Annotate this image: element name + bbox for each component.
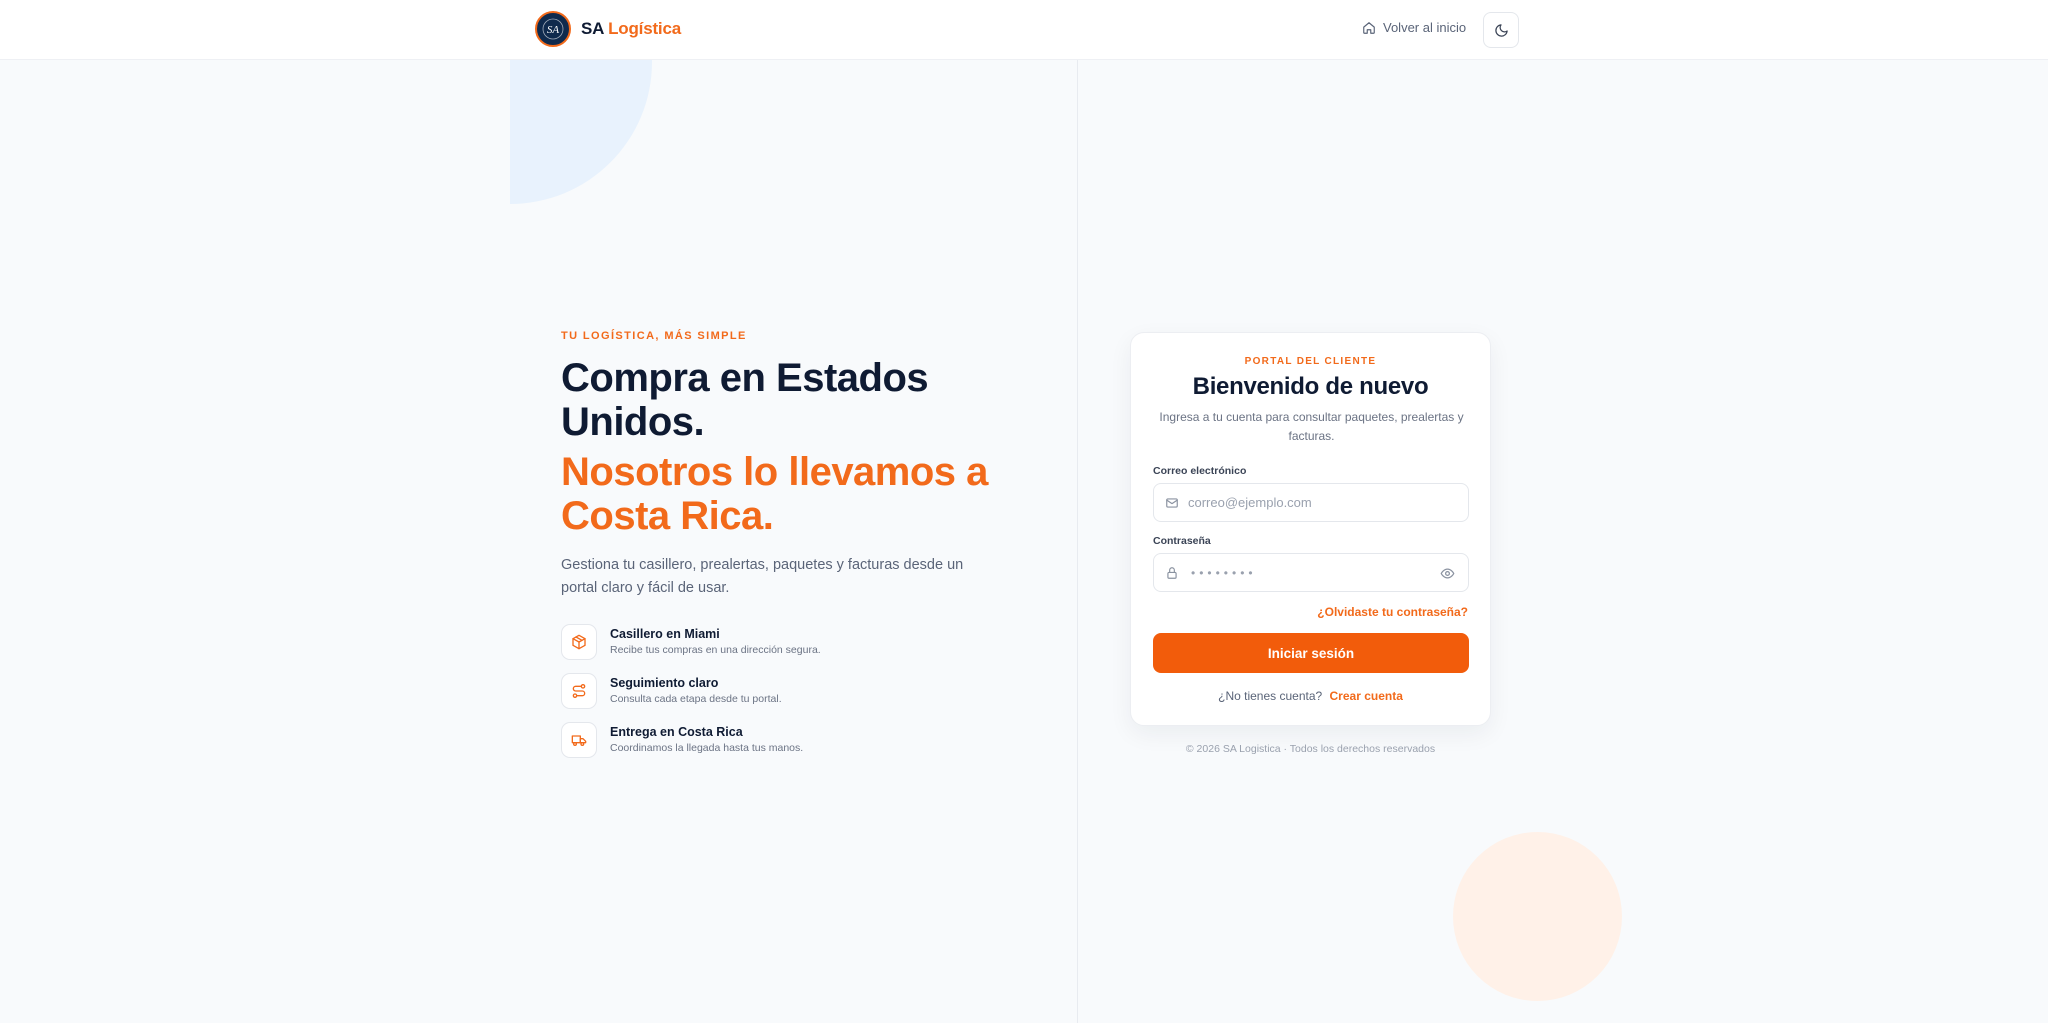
truck-icon	[571, 735, 587, 746]
no-account-text: ¿No tienes cuenta?	[1218, 689, 1323, 703]
feature-description: Recibe tus compras en una dirección segu…	[610, 644, 821, 656]
feature-title: Entrega en Costa Rica	[610, 725, 743, 739]
panel-divider	[1077, 60, 1078, 1023]
signup-prompt: ¿No tienes cuenta? Crear cuenta	[1131, 689, 1490, 703]
brand-link[interactable]: SA SA Logística	[535, 11, 681, 47]
brand-logo: SA	[535, 11, 571, 47]
email-label: Correo electrónico	[1153, 465, 1247, 477]
hero-headline: Compra en Estados Unidos.	[561, 356, 929, 444]
mail-icon	[1166, 497, 1178, 508]
feature-list: Casillero en Miami Recibe tus compras en…	[561, 624, 821, 771]
feature-item: Entrega en Costa Rica Coordinamos la lle…	[561, 722, 821, 771]
brand-name: SA Logística	[581, 19, 681, 39]
decorative-blue-shape	[510, 60, 652, 204]
svg-text:SA: SA	[547, 24, 560, 36]
decorative-peach-circle	[1453, 832, 1622, 1001]
create-account-link[interactable]: Crear cuenta	[1330, 689, 1403, 703]
hero-headline-accent: Nosotros lo llevamos a Costa Rica.	[561, 450, 988, 538]
password-label: Contraseña	[1153, 535, 1211, 547]
password-input[interactable]: ••••••••	[1191, 566, 1257, 580]
feature-item: Casillero en Miami Recibe tus compras en…	[561, 624, 821, 673]
home-icon	[1363, 21, 1375, 34]
brand-sa: SA	[581, 19, 604, 38]
back-home-label: Volver al inicio	[1383, 20, 1467, 35]
email-input[interactable]	[1188, 495, 1428, 510]
email-field[interactable]	[1153, 483, 1469, 522]
feature-item: Seguimiento claro Consulta cada etapa de…	[561, 673, 821, 722]
footer-copyright: © 2026 SA Logistica · Todos los derechos…	[1185, 743, 1436, 755]
brand-logistica: Logística	[608, 19, 681, 38]
hero-description: Gestiona tu casillero, prealertas, paque…	[561, 557, 964, 596]
feature-icon-box	[561, 624, 597, 660]
feature-description: Coordinamos la llegada hasta tus manos.	[610, 742, 804, 754]
moon-icon	[1494, 23, 1508, 37]
brand-logo-mark: SA	[542, 18, 564, 40]
login-card: PORTAL DEL CLIENTE Bienvenido de nuevo I…	[1130, 332, 1491, 726]
feature-icon-box	[561, 722, 597, 758]
feature-title: Seguimiento claro	[610, 676, 719, 690]
login-eyebrow: PORTAL DEL CLIENTE	[1244, 356, 1377, 367]
password-field[interactable]: ••••••••	[1153, 553, 1469, 592]
back-home-link[interactable]: Volver al inicio	[1362, 20, 1466, 35]
lock-icon	[1167, 566, 1177, 579]
feature-description: Consulta cada etapa desde tu portal.	[610, 693, 782, 705]
login-subtitle: Ingresa a tu cuenta para consultar paque…	[1159, 410, 1464, 443]
forgot-password-link[interactable]: ¿Olvidaste tu contraseña?	[1317, 605, 1468, 619]
route-icon	[572, 684, 586, 698]
feature-icon-box	[561, 673, 597, 709]
feature-title: Casillero en Miami	[610, 627, 720, 641]
top-header: SA SA Logística Volver al inicio	[0, 0, 2048, 60]
package-icon	[572, 634, 586, 650]
theme-toggle-button[interactable]	[1483, 12, 1519, 48]
hero-eyebrow: TU LOGÍSTICA, MÁS SIMPLE	[561, 330, 747, 342]
login-title: Bienvenido de nuevo	[1192, 373, 1429, 400]
eye-icon[interactable]	[1440, 566, 1455, 581]
login-submit-button[interactable]: Iniciar sesión	[1153, 633, 1469, 673]
